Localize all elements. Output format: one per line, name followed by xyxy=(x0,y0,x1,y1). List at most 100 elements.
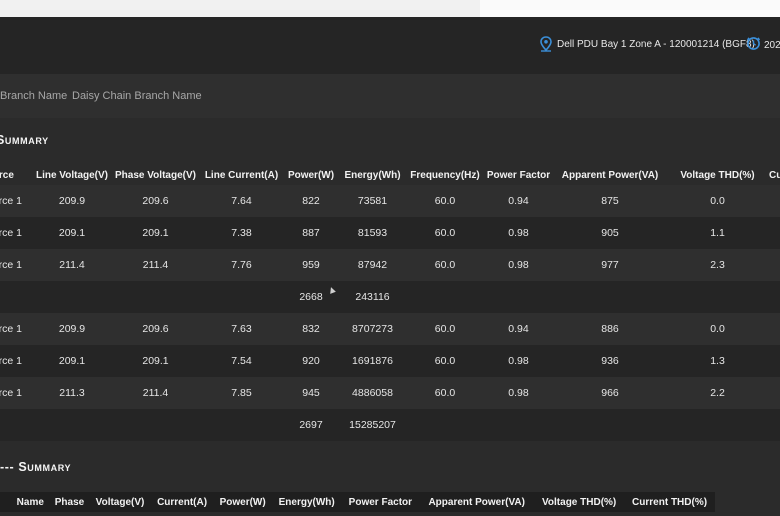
col-energy[interactable]: Energy(Wh) xyxy=(338,165,407,185)
cell-apparent-power: 875 xyxy=(554,185,666,217)
device-indicator[interactable]: Dell PDU Bay 1 Zone A - 120001214 (BGF8) xyxy=(539,36,755,52)
col-voltage[interactable]: Voltage(V) xyxy=(89,492,150,512)
cell-phase-voltage: 209.6 xyxy=(112,185,199,217)
cell-phase-voltage: 209.1 xyxy=(112,345,199,377)
table-row: Source 1 211.4 211.4 7.76 959 87942 60.0… xyxy=(0,249,780,281)
cell-current-thd xyxy=(769,313,780,345)
col-apparent-power[interactable]: Apparent Power(VA) xyxy=(419,492,534,512)
cell-line-voltage xyxy=(32,409,112,441)
col-energy[interactable]: Energy(Wh) xyxy=(272,492,342,512)
cell-power: 945 xyxy=(284,377,338,409)
cell-line-current: 7.85 xyxy=(199,377,284,409)
col-apparent-power[interactable]: Apparent Power(VA) xyxy=(554,165,666,185)
col-power[interactable]: Power(W) xyxy=(213,492,271,512)
cell-apparent-power: 886 xyxy=(554,313,666,345)
col-voltage-thd[interactable]: Voltage THD(%) xyxy=(666,165,769,185)
location-pin-icon xyxy=(539,36,553,52)
cell-line-current: 7.76 xyxy=(199,249,284,281)
cell-frequency: 60.0 xyxy=(407,185,483,217)
col-current-truncated[interactable]: Cur xyxy=(769,165,780,185)
second-summary-table: Name Phase Voltage(V) Current(A) Power(W… xyxy=(0,492,715,512)
cell-line-current: 7.38 xyxy=(199,217,284,249)
col-power-factor[interactable]: Power Factor xyxy=(483,165,554,185)
cell-apparent-power xyxy=(554,281,666,313)
cell-current-thd xyxy=(769,249,780,281)
cell-power-factor: 0.94 xyxy=(483,185,554,217)
cell-current-thd xyxy=(769,217,780,249)
cell-frequency: 60.0 xyxy=(407,249,483,281)
total-row: 2697 15285207 xyxy=(0,409,780,441)
cell-apparent-power: 977 xyxy=(554,249,666,281)
summary-header-row: Source Line Voltage(V) Phase Voltage(V) … xyxy=(0,165,780,185)
col-line-current[interactable]: Line Current(A) xyxy=(199,165,284,185)
col-source[interactable]: Source xyxy=(0,165,32,185)
cell-phase-voltage: 209.6 xyxy=(112,313,199,345)
cell-current-thd xyxy=(769,185,780,217)
cell-apparent-power: 966 xyxy=(554,377,666,409)
date-indicator[interactable]: 202 xyxy=(746,36,780,54)
cell-voltage-thd: 1.3 xyxy=(666,345,769,377)
summary-table: Source Line Voltage(V) Phase Voltage(V) … xyxy=(0,165,780,441)
col-power-factor[interactable]: Power Factor xyxy=(341,492,419,512)
cell-frequency: 60.0 xyxy=(407,313,483,345)
cell-voltage-thd: 0.0 xyxy=(666,185,769,217)
cell-source: Source 1 xyxy=(0,185,32,217)
cell-voltage-thd xyxy=(666,409,769,441)
cell-power-factor xyxy=(483,281,554,313)
daisy-chain-branch-name-label[interactable]: Daisy Chain Branch Name xyxy=(72,90,202,102)
table-row: Source 1 211.3 211.4 7.85 945 4886058 60… xyxy=(0,377,780,409)
table-row: Source 1 209.9 209.6 7.63 832 8707273 60… xyxy=(0,313,780,345)
table-row: Source 1 209.9 209.6 7.64 822 73581 60.0… xyxy=(0,185,780,217)
cell-frequency: 60.0 xyxy=(407,217,483,249)
cell-source: Source 1 xyxy=(0,249,32,281)
cell-power: 822 xyxy=(284,185,338,217)
col-name[interactable]: Name xyxy=(0,492,50,512)
col-current-thd[interactable]: Current THD(%) xyxy=(624,492,715,512)
cell-source xyxy=(0,281,32,313)
cell-source: Source 1 xyxy=(0,217,32,249)
col-line-voltage[interactable]: Line Voltage(V) xyxy=(32,165,112,185)
cell-line-voltage: 209.9 xyxy=(32,185,112,217)
cell-line-voltage: 211.3 xyxy=(32,377,112,409)
cell-power: 832 xyxy=(284,313,338,345)
col-phase-voltage[interactable]: Phase Voltage(V) xyxy=(112,165,199,185)
cell-power-factor: 0.98 xyxy=(483,217,554,249)
cell-energy-total: 15285207 xyxy=(338,409,407,441)
col-power[interactable]: Power(W) xyxy=(284,165,338,185)
col-phase[interactable]: Phase xyxy=(50,492,90,512)
date-text: 202 xyxy=(764,39,780,51)
cell-frequency: 60.0 xyxy=(407,377,483,409)
cell-line-voltage: 209.1 xyxy=(32,345,112,377)
second-summary-header-row: Name Phase Voltage(V) Current(A) Power(W… xyxy=(0,492,715,512)
cell-source: Source 1 xyxy=(0,345,32,377)
cell-frequency xyxy=(407,409,483,441)
cell-voltage-thd: 0.0 xyxy=(666,313,769,345)
cell-current-thd xyxy=(769,345,780,377)
cell-source: Source 1 xyxy=(0,377,32,409)
cell-power: 920 xyxy=(284,345,338,377)
cell-line-voltage: 209.9 xyxy=(32,313,112,345)
cell-power-total: 2697 xyxy=(284,409,338,441)
cell-apparent-power: 936 xyxy=(554,345,666,377)
cell-source: Source 1 xyxy=(0,313,32,345)
cell-apparent-power xyxy=(554,409,666,441)
cell-energy: 8707273 xyxy=(338,313,407,345)
cell-line-current: 7.63 xyxy=(199,313,284,345)
cell-frequency xyxy=(407,281,483,313)
cell-frequency: 60.0 xyxy=(407,345,483,377)
branch-name-label[interactable]: Branch Name xyxy=(0,90,67,102)
cell-power-factor: 0.98 xyxy=(483,249,554,281)
cell-energy: 73581 xyxy=(338,185,407,217)
cell-phase-voltage: 211.4 xyxy=(112,377,199,409)
browser-top-strip xyxy=(0,0,780,17)
table-row: Source 1 209.1 209.1 7.38 887 81593 60.0… xyxy=(0,217,780,249)
col-frequency[interactable]: Frequency(Hz) xyxy=(407,165,483,185)
col-voltage-thd[interactable]: Voltage THD(%) xyxy=(534,492,624,512)
cell-line-current: 7.64 xyxy=(199,185,284,217)
browser-top-strip-light xyxy=(480,0,780,17)
cell-source xyxy=(0,409,32,441)
cell-energy-total: 243116 xyxy=(338,281,407,313)
cell-energy: 1691876 xyxy=(338,345,407,377)
col-current[interactable]: Current(A) xyxy=(151,492,214,512)
cell-energy: 4886058 xyxy=(338,377,407,409)
